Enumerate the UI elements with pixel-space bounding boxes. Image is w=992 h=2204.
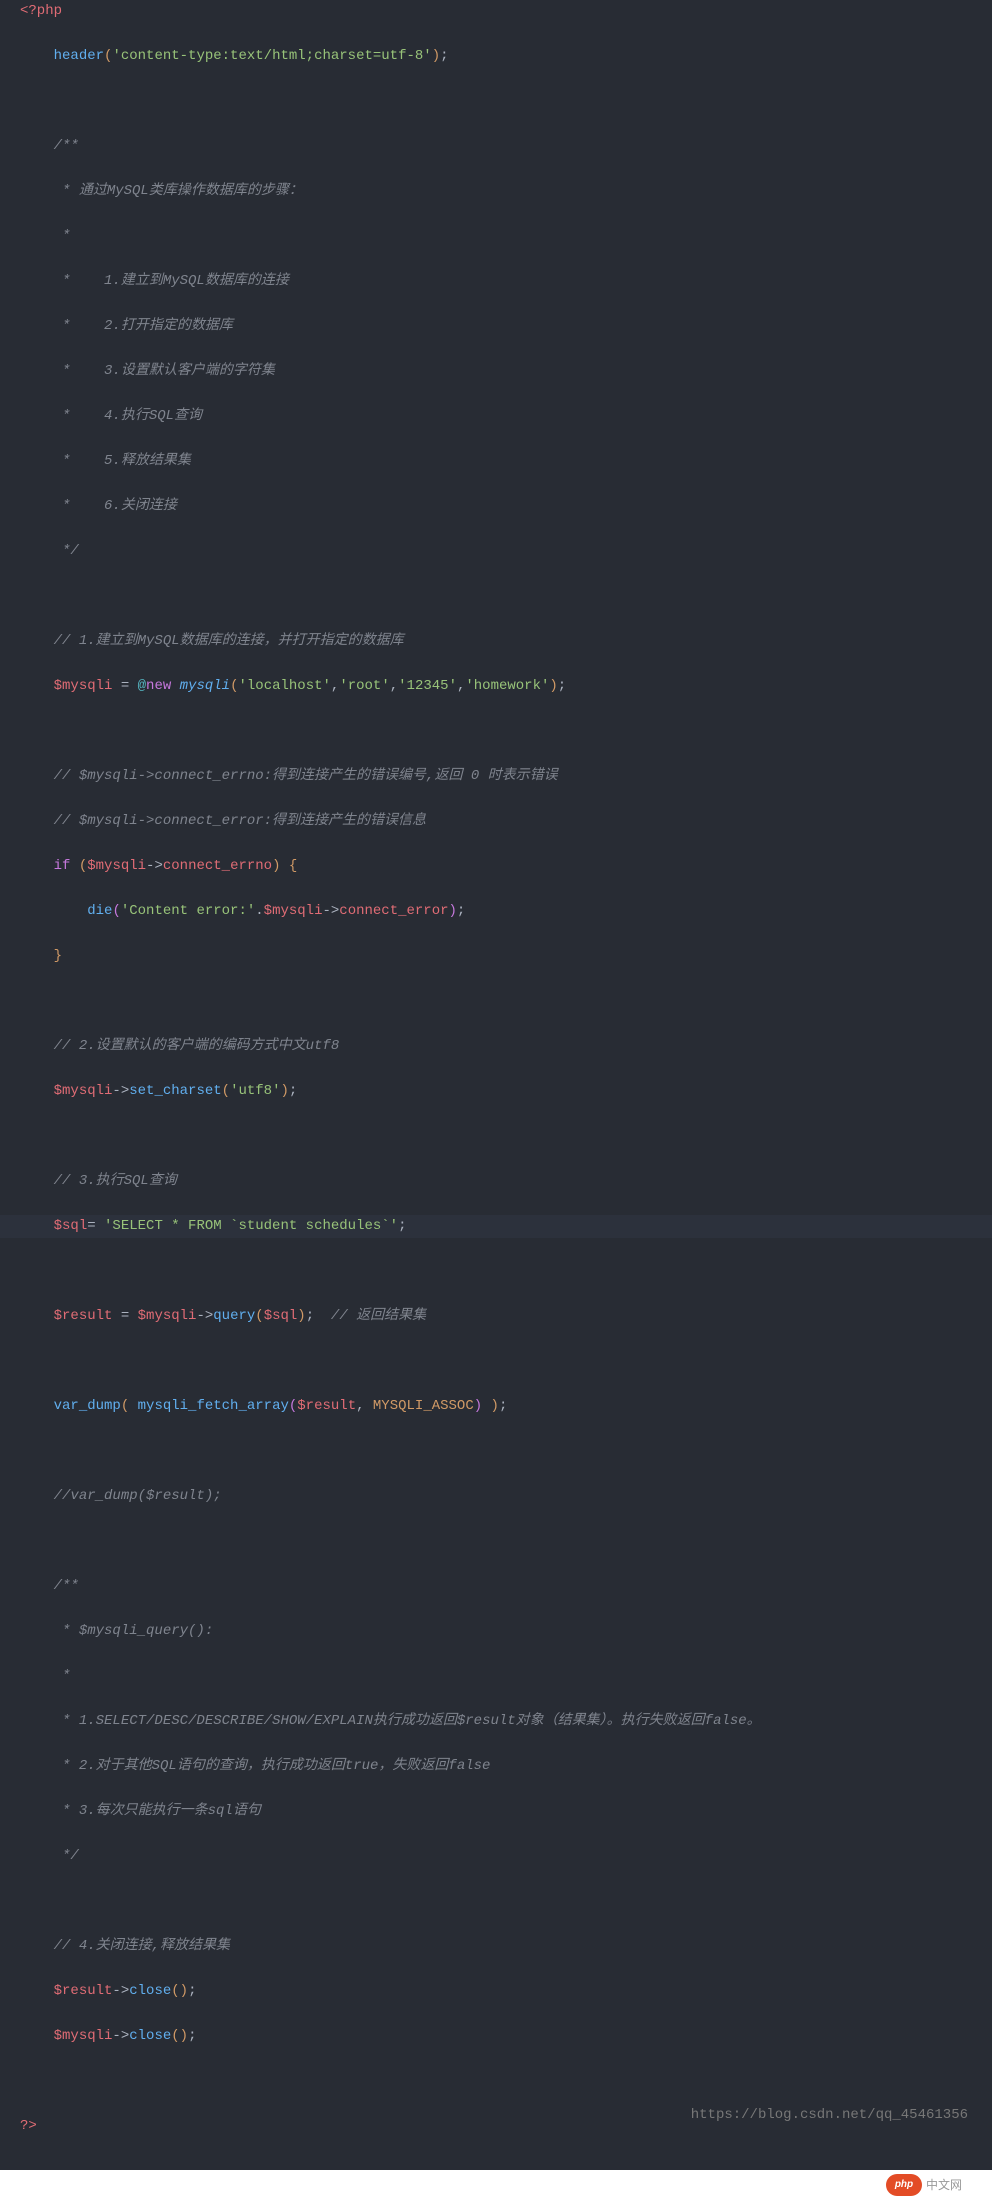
code-block: <?php header('content-type:text/html;cha… xyxy=(0,0,992,2170)
footer-bar: php 中文网 xyxy=(0,2170,992,2204)
php-close-tag: ?> xyxy=(20,2118,37,2134)
fn-header: header xyxy=(54,48,104,64)
site-name: 中文网 xyxy=(926,2174,962,2197)
php-open-tag: <?php xyxy=(20,3,62,19)
php-code: <?php header('content-type:text/html;cha… xyxy=(0,0,992,2160)
blog-url-watermark: https://blog.csdn.net/qq_45461356 xyxy=(691,2104,968,2127)
php-badge-icon: php xyxy=(886,2174,922,2196)
highlighted-line: $sql= 'SELECT * FROM `student schedules`… xyxy=(0,1215,992,1238)
site-watermark: php 中文网 xyxy=(886,2174,962,2197)
